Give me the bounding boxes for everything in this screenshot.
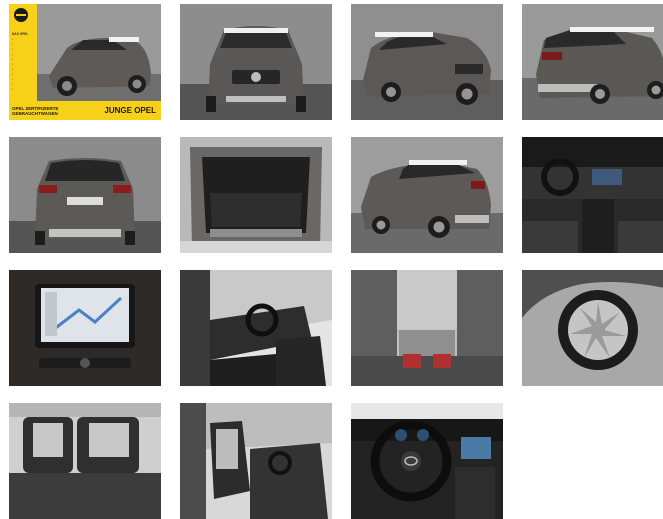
gallery-photo-3[interactable] <box>351 4 503 120</box>
car-photo-wheel <box>522 270 663 386</box>
car-photo-rear-left <box>351 137 503 253</box>
car-photo-navigation <box>9 270 161 386</box>
gallery-photo-6[interactable] <box>180 137 332 253</box>
gallery-photo-11[interactable] <box>351 270 503 386</box>
car-photo-steering-wheel <box>351 403 503 519</box>
car-photo-rear-bench <box>9 403 161 519</box>
car-photo-trunk <box>180 137 332 253</box>
car-photo-front-seats <box>180 403 332 519</box>
gallery-photo-13[interactable] <box>9 403 161 519</box>
gallery-photo-10[interactable] <box>180 270 332 386</box>
gallery-photo-14[interactable] <box>180 403 332 519</box>
gallery-photo-15[interactable] <box>351 403 503 519</box>
badge-feature-list: DAS OPEL • • • • • • • • • • • <box>12 32 34 92</box>
gallery-photo-1[interactable]: DAS OPEL • • • • • • • • • • • OPEL ZERTIFIZIERTE … <box>9 4 161 120</box>
opel-logo-icon <box>14 8 28 22</box>
junge-opel-label: JUNGE OPEL <box>104 106 156 115</box>
gallery-photo-12[interactable] <box>522 270 663 386</box>
car-photo-driver-seat <box>180 270 332 386</box>
gallery-photo-4[interactable] <box>522 4 663 120</box>
gallery-photo-8[interactable] <box>522 137 663 253</box>
car-photo-front <box>180 4 332 120</box>
car-photo-dashboard <box>522 137 663 253</box>
car-photo-rear <box>9 137 161 253</box>
gallery-photo-7[interactable] <box>351 137 503 253</box>
car-photo-rear-right <box>522 4 663 120</box>
car-photo-isofix <box>351 270 503 386</box>
car-photo-front-right <box>351 4 503 120</box>
certified-label: OPEL ZERTIFIZIERTE GEBRAUCHTWAGEN <box>12 106 58 116</box>
gallery-photo-9[interactable] <box>9 270 161 386</box>
gallery-photo-5[interactable] <box>9 137 161 253</box>
certified-label-line2: GEBRAUCHTWAGEN <box>12 111 58 116</box>
gallery-photo-2[interactable] <box>180 4 332 120</box>
